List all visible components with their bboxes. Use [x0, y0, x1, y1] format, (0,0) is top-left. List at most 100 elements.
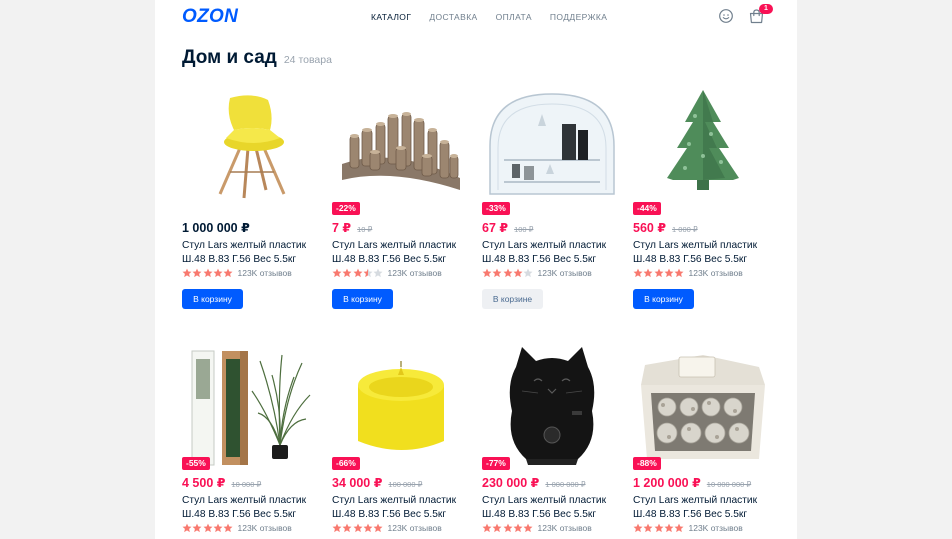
star-icon — [182, 523, 192, 533]
product-name[interactable]: Стул Lars желтый пластик Ш.48 В.83 Г.56 … — [332, 494, 482, 522]
product-rating: 123K отзывов — [482, 523, 592, 533]
product-image[interactable] — [182, 341, 322, 471]
nav-payment[interactable]: Оплата — [496, 12, 532, 22]
product-image[interactable] — [633, 86, 773, 216]
old-price: 10 ₽ — [357, 225, 373, 234]
price-row: 34 000 ₽ 100 000 ₽ — [332, 475, 422, 490]
product-rating: 123K отзывов — [182, 523, 292, 533]
product-rating: 123K отзывов — [332, 268, 442, 278]
product-image[interactable] — [482, 341, 622, 471]
star-icon — [482, 268, 492, 278]
smiley-user-icon[interactable] — [718, 8, 734, 24]
product-price: 230 000 ₽ — [482, 476, 540, 490]
star-icon — [643, 268, 653, 278]
product-price: 4 500 ₽ — [182, 476, 226, 490]
review-count[interactable]: 123K отзывов — [387, 268, 441, 278]
product-name[interactable]: Стул Lars желтый пластик Ш.48 В.83 Г.56 … — [182, 494, 332, 522]
add-to-cart-button[interactable]: В корзину — [332, 289, 393, 309]
star-icon — [342, 268, 352, 278]
star-icon — [332, 523, 342, 533]
product-name[interactable]: Стул Lars желтый пластик Ш.48 В.83 Г.56 … — [482, 494, 632, 522]
product-image[interactable] — [332, 341, 472, 471]
star-icon — [503, 268, 513, 278]
discount-badge: -22% — [332, 202, 360, 215]
nav-delivery[interactable]: Доставка — [429, 12, 477, 22]
product-image[interactable] — [633, 341, 773, 471]
product-name[interactable]: Стул Lars желтый пластик Ш.48 В.83 Г.56 … — [482, 239, 632, 267]
star-icon — [213, 523, 223, 533]
add-to-cart-button[interactable]: В корзину — [182, 289, 243, 309]
old-price: 10 000 ₽ — [231, 480, 262, 489]
review-count[interactable]: 123K отзывов — [237, 268, 291, 278]
price-row: 4 500 ₽ 10 000 ₽ — [182, 475, 261, 490]
discount-badge: -66% — [332, 457, 360, 470]
old-price: 1 000 ₽ — [672, 225, 698, 234]
star-icon — [482, 523, 492, 533]
old-price: 1 000 000 ₽ — [545, 480, 586, 489]
old-price: 100 000 ₽ — [388, 480, 423, 489]
cart-count-badge: 1 — [759, 4, 773, 14]
price-row: 1 000 000 ₽ — [182, 220, 250, 235]
add-to-cart-button[interactable]: В корзину — [633, 289, 694, 309]
review-count[interactable]: 123K отзывов — [688, 523, 742, 533]
star-icon — [373, 268, 383, 278]
product-name[interactable]: Стул Lars желтый пластик Ш.48 В.83 Г.56 … — [633, 239, 783, 267]
review-count[interactable]: 123K отзывов — [537, 268, 591, 278]
star-icon — [203, 268, 213, 278]
star-icon — [643, 523, 653, 533]
product-image[interactable] — [482, 86, 622, 216]
star-icon — [664, 268, 674, 278]
star-icon — [503, 523, 513, 533]
star-icon — [633, 523, 643, 533]
review-count[interactable]: 123K отзывов — [237, 523, 291, 533]
old-price: 10 000 000 ₽ — [706, 480, 752, 489]
discount-badge: -33% — [482, 202, 510, 215]
nav-catalog[interactable]: Каталог — [371, 12, 411, 22]
star-icon — [523, 523, 533, 533]
star-icon — [363, 523, 373, 533]
star-icon — [342, 523, 352, 533]
price-row: 67 ₽ 100 ₽ — [482, 220, 533, 235]
star-icon — [182, 268, 192, 278]
main-nav: Каталог Доставка Оплата Поддержка — [371, 12, 625, 22]
product-rating: 123K отзывов — [482, 268, 592, 278]
star-icon — [664, 523, 674, 533]
discount-badge: -44% — [633, 202, 661, 215]
star-icon — [674, 268, 684, 278]
price-row: 1 200 000 ₽ 10 000 000 ₽ — [633, 475, 751, 490]
discount-badge: -77% — [482, 457, 510, 470]
product-rating: 123K отзывов — [633, 523, 743, 533]
price-row: 230 000 ₽ 1 000 000 ₽ — [482, 475, 586, 490]
star-icon — [223, 523, 233, 533]
product-count: 24 товара — [283, 54, 332, 66]
star-icon — [654, 523, 664, 533]
ozon-logo[interactable]: OZON — [182, 6, 238, 28]
star-icon — [492, 523, 502, 533]
product-price: 1 200 000 ₽ — [633, 476, 701, 490]
product-price: 1 000 000 ₽ — [182, 221, 250, 235]
product-name[interactable]: Стул Lars желтый пластик Ш.48 В.83 Г.56 … — [332, 239, 482, 267]
price-row: 560 ₽ 1 000 ₽ — [633, 220, 698, 235]
header: OZON Каталог Доставка Оплата Поддержка 1 — [155, 0, 797, 34]
nav-support[interactable]: Поддержка — [550, 12, 607, 22]
discount-badge: -55% — [182, 457, 210, 470]
product-name[interactable]: Стул Lars желтый пластик Ш.48 В.83 Г.56 … — [182, 239, 332, 267]
review-count[interactable]: 123K отзывов — [688, 268, 742, 278]
product-name[interactable]: Стул Lars желтый пластик Ш.48 В.83 Г.56 … — [633, 494, 783, 522]
product-image[interactable] — [332, 86, 472, 216]
page-heading: Дом и сад 24 товара — [182, 47, 332, 69]
star-icon — [213, 268, 223, 278]
review-count[interactable]: 123K отзывов — [537, 523, 591, 533]
in-cart-button[interactable]: В корзине — [482, 289, 543, 309]
star-icon — [373, 523, 383, 533]
product-image[interactable] — [182, 86, 322, 216]
star-icon — [523, 268, 533, 278]
star-icon — [492, 268, 502, 278]
star-icon — [654, 268, 664, 278]
page: OZON Каталог Доставка Оплата Поддержка 1… — [155, 0, 797, 539]
star-icon — [353, 268, 363, 278]
product-rating: 123K отзывов — [332, 523, 442, 533]
star-icon — [192, 523, 202, 533]
price-row: 7 ₽ 10 ₽ — [332, 220, 372, 235]
review-count[interactable]: 123K отзывов — [387, 523, 441, 533]
